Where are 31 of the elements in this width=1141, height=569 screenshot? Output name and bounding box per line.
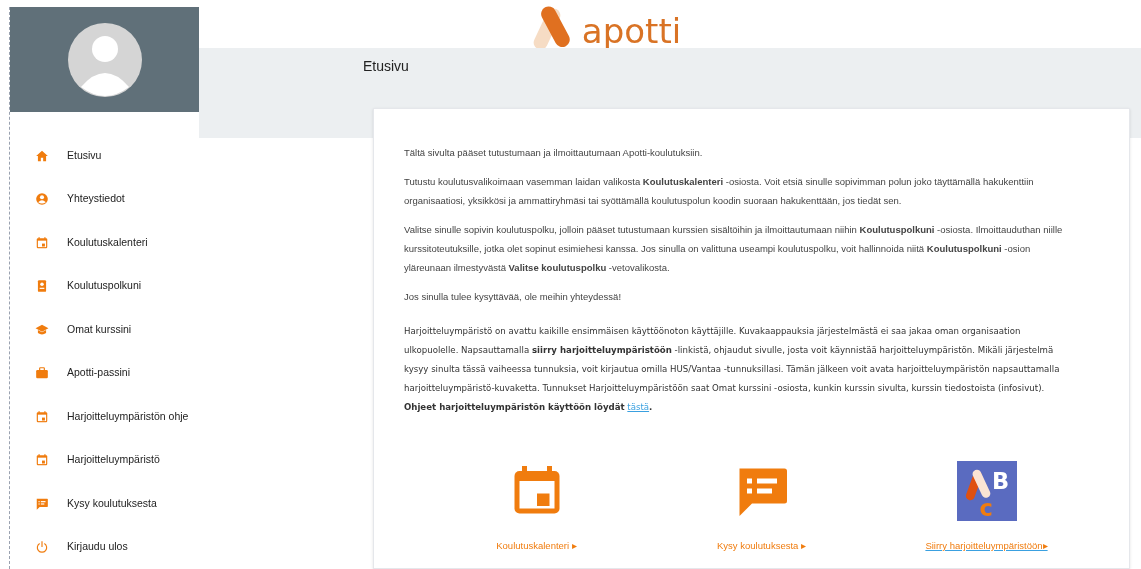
sidebar-item[interactable]: Etusivu (10, 134, 199, 178)
logo-text: apotti (581, 13, 682, 49)
paragraph: Harjoitteluympäristö on avattu kaikille ensimmäisen käyttöönoton käyttäjille. Kuvakaappauksia järjestelmästä ei saa jakaa oman organisaation ulkopuolelle. Napsauttamalla siirry harjoitteluympäristöön -linkistä, ohjaudut sivulle, josta voit käynnistää harjoitteluympäristön. Mikäli järjestelmä kysyy sinulta tässä vaiheessa tunnuksia, voit kirjautua omilla HUS/Vantaa -tunnuksillasi. Tämän jälkeen voit avata harjoitteluympäristön napsauttamalla harjoitteluympäristö-kuvaketta. Tunnukset Harjoitteluympäristöön saat Omat kurssini -osiosta, kunkin kurssin sivulta, kurssin tiedostoista (infosivut). Ohjeet harjoitteluympäristön käyttöön löydät tästä. (404, 325, 1061, 414)
person-icon (35, 192, 49, 207)
letter-b: B (991, 467, 1009, 494)
home-icon (35, 148, 49, 163)
avatar-icon (67, 22, 142, 97)
sidebar-item[interactable]: Harjoitteluympäristön ohje (10, 395, 199, 439)
paragraph: Tutustu koulutusvalikoimaan vasemman laidan valikosta Koulutuskalenteri -osiosta. Voit etsiä sinulle sopivimman polun joko täyttämällä hakukenttiin organisaatiosi, yksikkösi ja ammattiryhmäsi tai syöttämällä koulutuspolun koodin suoraan hakukenttään, jos tiedät sen. (404, 175, 1035, 208)
sidebar-item[interactable]: Yhteystiedot (10, 177, 199, 221)
power-icon (35, 540, 49, 555)
sidebar-item[interactable]: Harjoitteluympäristö (10, 438, 199, 482)
sidebar-item[interactable]: Kysy koulutuksesta (10, 482, 199, 526)
sidebar-item[interactable]: Apotti-passini (10, 351, 199, 395)
paragraph: Valitse sinulle sopivin koulutuspolku, jolloin pääset tutustumaan kurssien sisältöihin ja ilmoittautumaan niihin Koulutuspolkuni -osiosta. Ilmoittauduthan niille kurssitoteutuksille, jotka olet sopinut esimiehesi kanssa. Jos sinulla on valittuna useampi koulutuspolku, voit hallinnoida niitä Koulutuspolkuni -osion yläreunaan ilmestyvästä Valitse koulutuspolku -vetovalikosta. (404, 223, 1064, 275)
calendar-icon (35, 453, 49, 468)
briefcase-icon (35, 366, 49, 381)
graduation-cap-icon (35, 322, 49, 337)
paragraph: Jos sinulla tulee kysyttävää, ole meihin yhteydessä! (404, 290, 623, 304)
sidebar-item[interactable]: Koulutuskalenteri (10, 221, 199, 265)
sidebar-item[interactable]: Koulutuspolkuni (10, 264, 199, 308)
sidebar-item[interactable]: Omat kurssini (10, 308, 199, 352)
calendar-icon (35, 235, 49, 250)
logo-mark-icon (964, 468, 992, 502)
id-badge-icon (35, 279, 49, 294)
paragraph: Tältä sivulta pääset tutustumaan ja ilmoittautumaan Apotti-koulutuksiin. (404, 146, 704, 160)
letter-c: c (979, 495, 993, 521)
page-title: Etusivu (363, 57, 409, 76)
calendar-icon (35, 409, 49, 424)
chat-icon (35, 496, 49, 511)
sidebar-item[interactable]: Kirjaudu ulos (10, 525, 199, 569)
